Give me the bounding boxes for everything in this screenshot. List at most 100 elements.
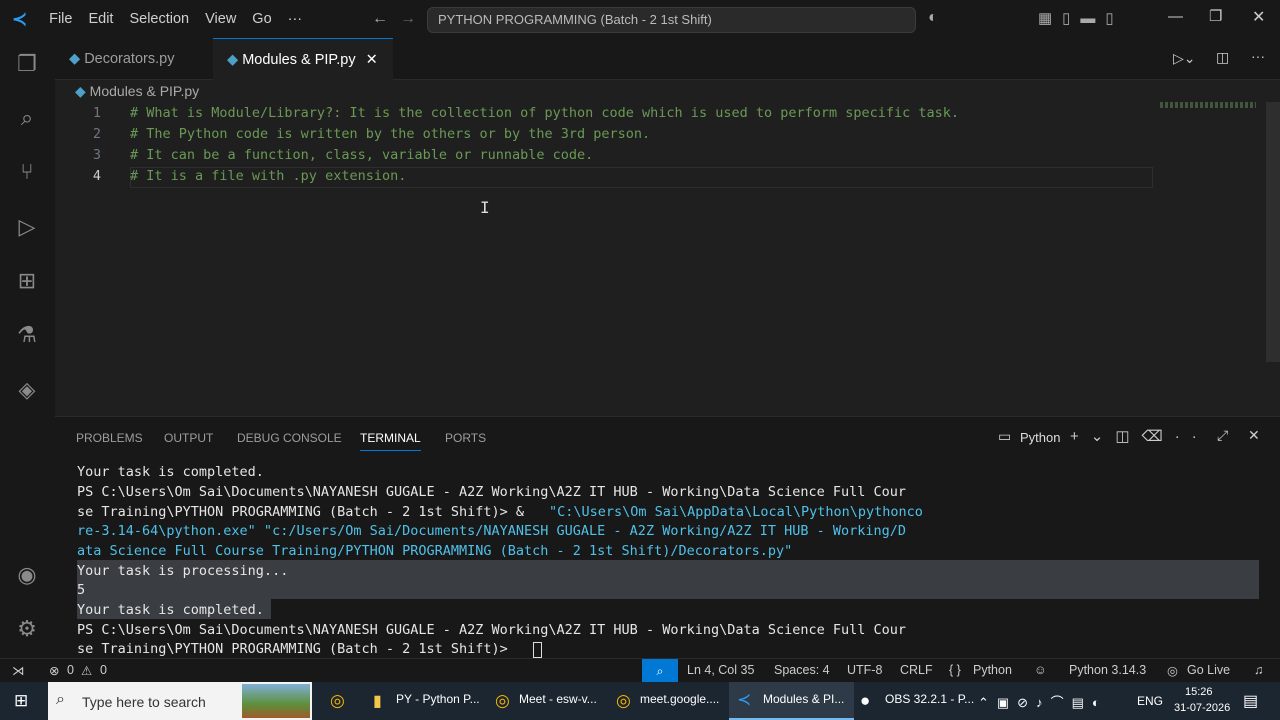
panel-action-icons[interactable]: +⌄◫⌫·· (1070, 427, 1209, 445)
menu-file[interactable]: File (41, 11, 80, 27)
cursor-position[interactable]: Ln 4, Col 35 (687, 663, 754, 677)
braces-icon: { } (949, 663, 961, 677)
taskbar-app-meet[interactable]: Meet - esw-v... (519, 692, 597, 706)
python-file-icon: ◆ (227, 52, 239, 68)
explorer-icon[interactable]: ❐ (13, 50, 41, 78)
run-python-file-icon[interactable]: ▷⌄ (1173, 50, 1196, 67)
python-file-icon: ◆ (69, 51, 81, 67)
bottom-panel: PROBLEMS OUTPUT DEBUG CONSOLE TERMINAL P… (55, 416, 1280, 658)
indentation[interactable]: Spaces: 4 (774, 663, 830, 677)
notification-center-icon[interactable]: ▤ (1243, 691, 1258, 711)
breadcrumb-file: Modules & PIP.py (89, 83, 200, 99)
taskbar-active-app[interactable]: ≺ Modules & PI... (729, 682, 854, 720)
system-tray-icons[interactable]: ⌃▣⊘♪⌒▤◐ (978, 692, 1108, 711)
code-line: # The Python code is written by the othe… (130, 126, 651, 142)
taskbar-search-box[interactable]: ⌕ Type here to search (48, 682, 312, 720)
clock-time[interactable]: 15:26 (1185, 686, 1213, 698)
terminal-output[interactable]: Your task is completed. PS C:\Users\Om S… (55, 461, 1280, 658)
tab-ports[interactable]: PORTS (445, 431, 486, 445)
close-panel-icon[interactable]: ✕ (1248, 427, 1260, 444)
search-icon[interactable]: ⌕ (13, 104, 41, 132)
obs-icon[interactable]: ● (860, 691, 870, 711)
taskbar-app-vscode: Modules & PI... (763, 692, 845, 706)
forward-arrow-icon[interactable]: → (400, 10, 416, 28)
warning-icon[interactable]: ⚠ (81, 663, 92, 678)
split-editor-icon[interactable]: ◫ (1216, 49, 1229, 66)
menu-edit[interactable]: Edit (80, 11, 121, 27)
python-icon[interactable]: ◈ (13, 376, 41, 404)
command-center-search[interactable]: PYTHON PROGRAMMING (Batch - 2 1st Shift) (427, 7, 916, 33)
encoding[interactable]: UTF-8 (847, 663, 882, 677)
language-mode[interactable]: Python (973, 663, 1012, 677)
status-bar: ⋊ ⊗ 0 ⚠ 0 ⌕ Ln 4, Col 35 Spaces: 4 UTF-8… (0, 658, 1280, 683)
copilot-icon[interactable]: ◐ (928, 9, 938, 27)
line-number: 1 (92, 105, 101, 121)
close-window-icon[interactable]: ✕ (1252, 7, 1265, 27)
chrome-icon[interactable]: ◎ (495, 691, 510, 711)
testing-icon[interactable]: ⚗ (13, 321, 41, 349)
menu-selection[interactable]: Selection (121, 11, 197, 27)
zoom-icon[interactable]: ⌕ (642, 659, 678, 683)
breadcrumb[interactable]: ◆ Modules & PIP.py (75, 83, 199, 100)
code-editor[interactable]: ◆ Modules & PIP.py 1 # What is Module/Li… (55, 80, 1280, 416)
terminal-path-string: "C:\Users\Om Sai\AppData\Local\Python\py… (549, 504, 923, 520)
taskbar-app-obs[interactable]: OBS 32.2.1 - P... (885, 692, 974, 706)
terminal-line: Your task is completed. (77, 602, 264, 618)
error-icon[interactable]: ⊗ (49, 663, 59, 678)
copilot-status-icon[interactable]: ☺ (1034, 663, 1047, 677)
tab-decorators[interactable]: ◆ Decorators.py (55, 38, 213, 80)
search-icon: ⌕ (56, 691, 65, 708)
taskbar-app-python[interactable]: PY - Python P... (396, 692, 480, 706)
menu-more[interactable]: ··· (280, 11, 311, 27)
text-cursor-icon: I (480, 198, 490, 217)
minimap[interactable] (1160, 102, 1256, 108)
menu-go[interactable]: Go (244, 11, 279, 27)
code-line: # It is a file with .py extension. (130, 168, 407, 184)
terminal-line: PS C:\Users\Om Sai\Documents\NAYANESH GU… (77, 622, 907, 638)
command-center-label: PYTHON PROGRAMMING (Batch - 2 1st Shift) (438, 12, 712, 27)
windows-taskbar: ⊞ ⌕ Type here to search ◎ ▮ PY - Python … (0, 682, 1280, 720)
windows-start-icon[interactable]: ⊞ (14, 691, 28, 711)
input-language[interactable]: ENG (1137, 694, 1163, 708)
python-file-icon: ◆ (75, 83, 86, 99)
line-ending[interactable]: CRLF (900, 663, 933, 677)
python-interpreter[interactable]: Python 3.14.3 (1069, 663, 1146, 677)
more-actions-icon[interactable]: ··· (1251, 48, 1265, 64)
tab-debug-console[interactable]: DEBUG CONSOLE (237, 431, 342, 445)
maximize-icon[interactable]: ❐ (1209, 7, 1222, 25)
menu-view[interactable]: View (197, 11, 244, 27)
terminal-path-string: re-3.14-64\python.exe" "c:/Users/Om Sai/… (77, 523, 907, 539)
extensions-icon[interactable]: ⊞ (13, 267, 41, 295)
back-arrow-icon[interactable]: ← (372, 10, 388, 28)
code-line: # It can be a function, class, variable … (130, 147, 594, 163)
close-tab-icon[interactable]: ✕ (366, 52, 378, 68)
terminal-path-string: ata Science Full Course Training/PYTHON … (77, 543, 793, 559)
terminal-line: Your task is completed. (77, 464, 264, 480)
tab-problems[interactable]: PROBLEMS (76, 431, 143, 445)
run-debug-icon[interactable]: ▷ (13, 213, 41, 241)
search-highlight-image (242, 684, 310, 718)
chrome-icon[interactable]: ◎ (330, 691, 345, 711)
editor-scrollbar[interactable] (1266, 102, 1280, 362)
clock-date[interactable]: 31-07-2026 (1174, 702, 1230, 714)
tab-modules-pip[interactable]: ◆ Modules & PIP.py ✕ (213, 38, 393, 80)
notifications-icon[interactable]: ♫ (1254, 663, 1263, 677)
terminal-shell-icon: ▭ (998, 428, 1012, 444)
source-control-icon[interactable]: ⑂ (13, 158, 41, 186)
terminal-cursor (533, 642, 542, 658)
warning-count: 0 (100, 663, 107, 677)
terminal-line: Your task is processing... (77, 563, 289, 579)
file-explorer-icon[interactable]: ▮ (373, 691, 382, 711)
taskbar-app-meet-google[interactable]: meet.google.... (640, 692, 719, 706)
maximize-panel-icon[interactable]: ⤢ (1217, 427, 1228, 444)
tab-output[interactable]: OUTPUT (164, 431, 213, 445)
settings-gear-icon[interactable]: ⚙ (13, 615, 41, 643)
minimize-icon[interactable]: — (1168, 8, 1183, 25)
remote-icon[interactable]: ⋊ (12, 663, 25, 678)
terminal-shell-name[interactable]: Python (1020, 430, 1060, 445)
tab-terminal[interactable]: TERMINAL (360, 431, 421, 451)
go-live-button[interactable]: Go Live (1187, 663, 1230, 677)
layout-icons[interactable]: ▦▯▬▯ (1038, 9, 1124, 27)
account-icon[interactable]: ◉ (13, 561, 41, 589)
chrome-icon[interactable]: ◎ (616, 691, 631, 711)
